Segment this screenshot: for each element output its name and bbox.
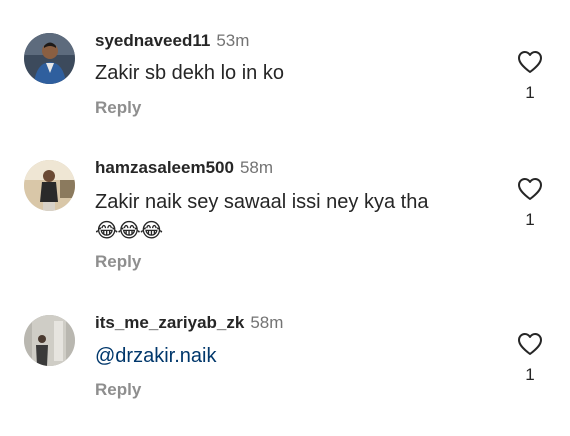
heart-icon[interactable] xyxy=(517,50,543,74)
comment-username[interactable]: its_me_zariyab_zk 58m xyxy=(95,313,283,333)
mention-link[interactable]: @drzakir.naik xyxy=(95,345,216,368)
like-count: 1 xyxy=(525,210,535,229)
like-count: 1 xyxy=(525,365,535,384)
comment-item: hamzasaleem500 58m Zakir naik sey sawaal … xyxy=(0,140,570,300)
comment-username[interactable]: syednaveed11 53m xyxy=(95,31,249,51)
avatar[interactable] xyxy=(24,33,75,84)
comment-item: its_me_zariyab_zk 58m @drzakir.naik Reply… xyxy=(0,300,570,436)
reply-button[interactable]: Reply xyxy=(95,380,141,400)
reply-button[interactable]: Reply xyxy=(95,252,141,272)
comment-text: Zakir sb dekh lo in ko xyxy=(95,62,284,84)
comment-time: 58m xyxy=(239,158,274,177)
like-count: 1 xyxy=(525,83,535,102)
comment-username[interactable]: hamzasaleem500 58m xyxy=(95,158,273,178)
comment-emoji: 😂😂😂 xyxy=(95,218,163,242)
heart-icon[interactable] xyxy=(517,177,543,201)
username-text[interactable]: its_me_zariyab_zk xyxy=(95,313,244,332)
comment-time: 53m xyxy=(216,31,250,50)
heart-icon[interactable] xyxy=(517,332,543,356)
avatar[interactable] xyxy=(24,315,75,366)
username-text[interactable]: hamzasaleem500 xyxy=(95,158,234,177)
avatar[interactable] xyxy=(24,160,75,211)
reply-button[interactable]: Reply xyxy=(95,98,141,118)
username-text[interactable]: syednaveed11 xyxy=(95,31,210,50)
comment-time: 58m xyxy=(250,313,284,332)
comment-item: syednaveed11 53m Zakir sb dekh lo in ko R… xyxy=(0,0,570,140)
comment-text: Zakir naik sey sawaal issi ney kya tha xyxy=(95,191,429,213)
